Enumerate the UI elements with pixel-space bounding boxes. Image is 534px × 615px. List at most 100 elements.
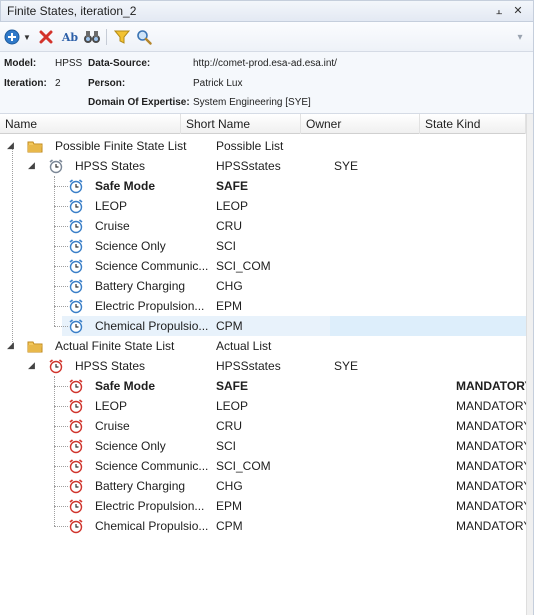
close-icon[interactable]: ✕	[511, 4, 525, 18]
column-header-state-kind[interactable]: State Kind	[420, 114, 526, 134]
row-state-kind: MANDATORY	[456, 439, 526, 453]
alarm-clock-red-icon	[68, 458, 84, 474]
toolbar-separator	[106, 29, 107, 45]
row-short-name: CPM	[216, 519, 243, 533]
row-short-name: CPM	[216, 319, 243, 333]
pin-icon[interactable]: ⫠	[492, 4, 506, 18]
alarm-clock-red-icon	[68, 438, 84, 454]
alarm-clock-red-icon	[68, 418, 84, 434]
datasource-value: http://comet-prod.esa-ad.esa.int/	[193, 58, 337, 69]
person-label: Person:	[88, 78, 126, 89]
row-short-name: LEOP	[216, 199, 249, 213]
row-name: Science Only	[95, 439, 166, 453]
row-name: LEOP	[95, 199, 128, 213]
tree-row-possible-state[interactable]: Science Only SCI	[0, 236, 526, 256]
row-short-name: HPSSstates	[216, 359, 281, 373]
tree-row-actual-state[interactable]: Science Only SCI MANDATORY	[0, 436, 526, 456]
toolbar-overflow-icon[interactable]: ▾	[510, 28, 530, 46]
row-name: Possible Finite State List	[55, 139, 187, 153]
tree-row-actual-state[interactable]: Cruise CRU MANDATORY	[0, 416, 526, 436]
row-short-name: EPM	[216, 299, 243, 313]
alarm-clock-red-icon	[68, 518, 84, 534]
row-name: Science Only	[95, 239, 166, 253]
panel-title: Finite States, iteration_2	[7, 4, 137, 18]
alarm-clock-icon	[68, 318, 84, 334]
row-short-name: CHG	[216, 479, 243, 493]
row-state-kind: MANDATORY	[456, 479, 526, 493]
row-short-name: EPM	[216, 499, 243, 513]
row-name: Science Communic...	[95, 259, 209, 273]
model-label: Model:	[4, 58, 37, 69]
iteration-label: Iteration:	[4, 78, 47, 89]
row-name: HPSS States	[75, 159, 146, 173]
row-selection-highlight	[330, 316, 526, 336]
filter-icon[interactable]	[112, 28, 132, 46]
row-name: Electric Propulsion...	[95, 499, 205, 513]
tree-row-actual-state[interactable]: Science Communic... SCI_COM MANDATORY	[0, 456, 526, 476]
row-name: Chemical Propulsio...	[95, 319, 209, 333]
add-icon[interactable]	[3, 28, 21, 46]
tree-row-possible-state[interactable]: LEOP LEOP	[0, 196, 526, 216]
alarm-clock-icon	[68, 198, 84, 214]
binoculars-icon[interactable]	[82, 28, 102, 46]
row-name: Electric Propulsion...	[95, 299, 205, 313]
collapse-icon[interactable]: ◢	[7, 140, 18, 151]
row-short-name: SCI	[216, 239, 237, 253]
model-value: HPSS	[55, 58, 83, 69]
domain-value: System Engineering [SYE]	[193, 97, 311, 108]
row-name: Science Communic...	[95, 459, 209, 473]
spellcheck-icon[interactable]: Ab	[60, 28, 80, 46]
tree-row-actual-state[interactable]: Battery Charging CHG MANDATORY	[0, 476, 526, 496]
row-short-name: SCI	[216, 439, 237, 453]
magnifier-icon[interactable]	[134, 28, 154, 46]
row-state-kind: MANDATORY	[456, 399, 526, 413]
alarm-clock-group-icon	[48, 358, 64, 374]
context-info-panel: Model: HPSS Data-Source: http://comet-pr…	[0, 52, 534, 114]
row-name: Cruise	[95, 419, 130, 433]
row-short-name: SAFE	[216, 379, 249, 393]
row-name: Chemical Propulsio...	[95, 519, 209, 533]
tree-row-actual-state[interactable]: LEOP LEOP MANDATORY	[0, 396, 526, 416]
folder-icon	[27, 338, 43, 354]
column-header-owner[interactable]: Owner	[301, 114, 420, 134]
tree-row-possible-state[interactable]: Science Communic... SCI_COM	[0, 256, 526, 276]
tree-row-possible-list[interactable]: ◢ Possible Finite State List Possible Li…	[0, 136, 526, 156]
collapse-icon[interactable]: ◢	[28, 360, 39, 371]
collapse-icon[interactable]: ◢	[7, 340, 18, 351]
tree-row-possible-state-selected[interactable]: Chemical Propulsio... CPM	[0, 316, 526, 336]
alarm-clock-red-icon	[68, 498, 84, 514]
alarm-clock-red-icon	[68, 478, 84, 494]
row-name: Actual Finite State List	[55, 339, 175, 353]
alarm-clock-group-icon	[48, 158, 64, 174]
alarm-clock-icon	[68, 218, 84, 234]
tree-row-possible-hpss[interactable]: ◢ HPSS States HPSSstates SYE	[0, 156, 526, 176]
row-state-kind: MANDATORY	[456, 519, 526, 533]
column-header-name[interactable]: Name	[0, 114, 181, 134]
row-state-kind: MANDATORY	[456, 419, 526, 433]
tree-row-possible-state[interactable]: Electric Propulsion... EPM	[0, 296, 526, 316]
tree-row-possible-state[interactable]: Cruise CRU	[0, 216, 526, 236]
add-dropdown-chevron-icon[interactable]: ▼	[21, 28, 33, 46]
tree-row-actual-state[interactable]: Chemical Propulsio... CPM MANDATORY	[0, 516, 526, 536]
row-name: HPSS States	[75, 359, 146, 373]
collapse-icon[interactable]: ◢	[28, 160, 39, 171]
tree-row-possible-state[interactable]: Safe Mode SAFE	[0, 176, 526, 196]
column-header-short-name[interactable]: Short Name	[181, 114, 301, 134]
tree-row-actual-hpss[interactable]: ◢ HPSS States HPSSstates SYE	[0, 356, 526, 376]
row-owner: SYE	[334, 359, 359, 373]
row-short-name: CRU	[216, 419, 242, 433]
tree-row-possible-state[interactable]: Battery Charging CHG	[0, 276, 526, 296]
row-short-name: Possible List	[216, 139, 284, 153]
tree-row-actual-state[interactable]: Electric Propulsion... EPM MANDATORY	[0, 496, 526, 516]
row-owner: SYE	[334, 159, 359, 173]
alarm-clock-icon	[68, 178, 84, 194]
delete-icon[interactable]	[36, 28, 56, 46]
row-name: Safe Mode	[95, 379, 156, 393]
row-state-kind: MANDATORY	[456, 499, 526, 513]
alarm-clock-red-icon	[68, 398, 84, 414]
row-name: Battery Charging	[95, 279, 186, 293]
tree-row-actual-state[interactable]: Safe Mode SAFE MANDATORY	[0, 376, 526, 396]
row-short-name: SCI_COM	[216, 259, 271, 273]
tree-row-actual-list[interactable]: ◢ Actual Finite State List Actual List	[0, 336, 526, 356]
row-short-name: CHG	[216, 279, 243, 293]
